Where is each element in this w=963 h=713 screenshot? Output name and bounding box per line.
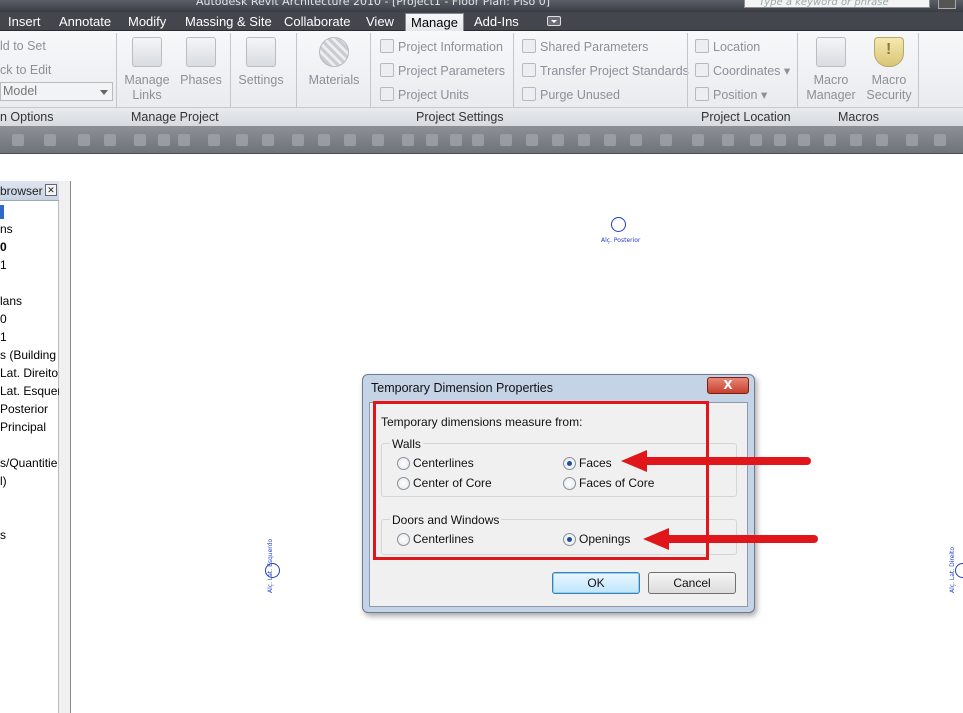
window-title: Autodesk Revit Architecture 2010 - [Proj…: [196, 0, 551, 8]
macro-security-label: Macro Security: [866, 73, 912, 102]
settings-label: Settings: [238, 73, 284, 87]
settings-button[interactable]: Settings: [235, 37, 287, 88]
project-units-button[interactable]: Project Units: [380, 87, 469, 102]
panel-macros: Macros: [838, 110, 879, 124]
location-button[interactable]: Location: [695, 39, 760, 54]
ok-button[interactable]: OK: [552, 572, 640, 594]
ribbon-minimize-icon[interactable]: [547, 16, 561, 26]
tab-manage[interactable]: Manage: [405, 13, 464, 31]
project-browser: browser ✕ ns 0 1 lans 0 1 s (Building La…: [0, 181, 68, 713]
purge-unused-button[interactable]: Purge Unused: [522, 87, 620, 102]
panel-manage-project: Manage Project: [131, 110, 219, 124]
project-units-icon: [380, 87, 394, 101]
panel-project-location: Project Location: [701, 110, 791, 124]
tab-modify[interactable]: Modify: [126, 13, 168, 31]
browser-splitter[interactable]: [59, 181, 71, 713]
design-option-select[interactable]: Model: [0, 82, 113, 101]
tree-item[interactable]: 0: [0, 312, 7, 327]
tree-item[interactable]: l): [0, 474, 7, 489]
options-toolbar: [0, 126, 963, 154]
position-icon: [695, 87, 709, 101]
location-icon: [695, 39, 709, 53]
tree-item[interactable]: s: [0, 528, 6, 543]
annotation-arrow: [643, 457, 811, 465]
position-button[interactable]: Position ▾: [695, 87, 767, 102]
tree-item[interactable]: lans: [0, 294, 22, 309]
tree-item[interactable]: s (Building: [0, 348, 56, 363]
tree-item[interactable]: 1: [0, 258, 7, 273]
coordinates-button[interactable]: Coordinates ▾: [695, 63, 790, 78]
tree-item-selected[interactable]: [0, 205, 4, 219]
tree-item[interactable]: Principal: [0, 420, 46, 435]
panel-design-options: n Options: [0, 110, 54, 124]
materials-icon: [319, 37, 349, 67]
shared-parameters-button[interactable]: Shared Parameters: [522, 39, 648, 54]
phases-icon: [186, 37, 216, 67]
add-to-set-button[interactable]: ld to Set: [0, 39, 46, 53]
tree-item[interactable]: s/Quantitie: [0, 456, 57, 471]
cancel-button[interactable]: Cancel: [648, 572, 736, 594]
tab-collaborate[interactable]: Collaborate: [282, 13, 353, 31]
phases-button[interactable]: Phases: [178, 37, 224, 88]
tab-add-ins[interactable]: Add-Ins: [472, 13, 521, 31]
coordinates-icon: [695, 63, 709, 77]
macro-manager-button[interactable]: Macro Manager: [803, 37, 859, 103]
dialog-close-button[interactable]: X: [707, 377, 749, 394]
project-information-button[interactable]: Project Information: [380, 39, 503, 54]
tree-item[interactable]: ns: [0, 222, 13, 237]
manage-links-button[interactable]: Manage Links: [122, 37, 172, 103]
project-browser-header: browser ✕: [0, 181, 59, 201]
tree-item[interactable]: Lat. Direito: [0, 366, 58, 381]
tab-annotate[interactable]: Annotate: [57, 13, 113, 31]
tab-view[interactable]: View: [364, 13, 396, 31]
macro-security-icon: [874, 37, 904, 67]
materials-button[interactable]: Materials: [305, 37, 363, 88]
window-control-button[interactable]: [938, 0, 956, 9]
ribbon: ld to Set ck to Edit Model Manage Links …: [0, 31, 963, 126]
pick-to-edit-button[interactable]: ck to Edit: [0, 63, 51, 77]
macro-security-button[interactable]: Macro Security: [862, 37, 916, 103]
manage-links-label: Manage Links: [124, 73, 170, 102]
annotation-arrow: [665, 535, 818, 543]
project-information-icon: [380, 39, 394, 53]
ribbon-tab-bar: Insert Annotate Modify Massing & Site Co…: [0, 12, 963, 31]
manage-links-icon: [132, 37, 162, 67]
project-parameters-icon: [380, 63, 394, 77]
panel-project-settings: Project Settings: [416, 110, 504, 124]
settings-icon: [246, 37, 276, 67]
phases-label: Phases: [180, 73, 222, 87]
purge-unused-icon: [522, 87, 536, 101]
ribbon-panel-labels: n Options Manage Project Project Setting…: [0, 107, 963, 126]
tree-item[interactable]: 0: [0, 240, 7, 255]
project-browser-title: browser: [0, 184, 43, 198]
macro-manager-label: Macro Manager: [806, 73, 856, 102]
tab-insert[interactable]: Insert: [6, 13, 43, 31]
transfer-standards-icon: [522, 63, 536, 77]
tree-item[interactable]: Posterior: [0, 402, 48, 417]
tree-item[interactable]: Lat. Esquerd: [0, 384, 68, 399]
macro-manager-icon: [816, 37, 846, 67]
materials-label: Materials: [308, 73, 360, 87]
tree-item[interactable]: 1: [0, 330, 7, 345]
transfer-project-standards-button[interactable]: Transfer Project Standards: [522, 63, 689, 78]
dialog-title: Temporary Dimension Properties: [371, 381, 554, 395]
shared-parameters-icon: [522, 39, 536, 53]
window-title-bar: Autodesk Revit Architecture 2010 - [Proj…: [0, 0, 963, 12]
close-icon[interactable]: ✕: [45, 184, 57, 196]
help-search-input[interactable]: Type a keyword or phrase: [744, 0, 930, 8]
tab-massing-site[interactable]: Massing & Site: [183, 13, 274, 31]
toolbar-gap: [0, 154, 963, 181]
project-parameters-button[interactable]: Project Parameters: [380, 63, 505, 78]
